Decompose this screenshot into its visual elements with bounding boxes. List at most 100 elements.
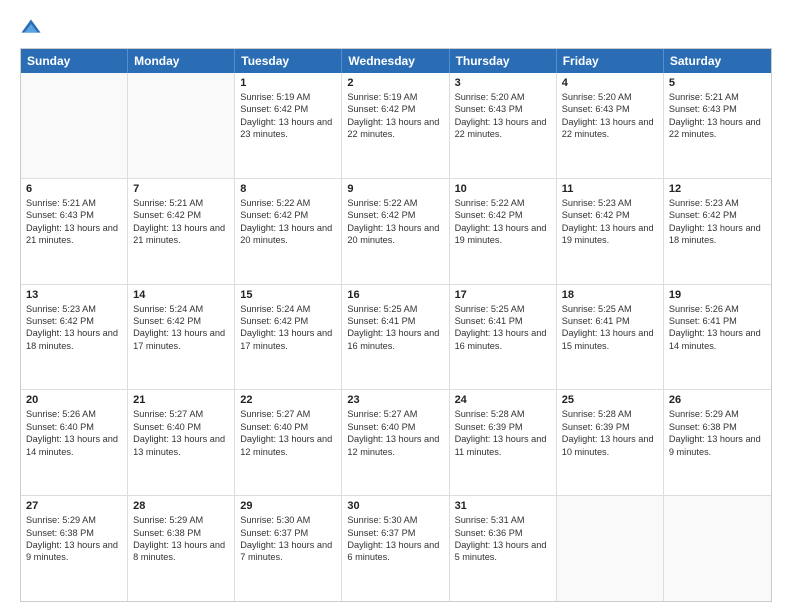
cell-info: Daylight: 13 hours and 18 minutes. <box>26 327 122 352</box>
cell-info: Sunset: 6:39 PM <box>562 421 658 433</box>
cell-info: Sunset: 6:43 PM <box>455 103 551 115</box>
cell-info: Sunset: 6:42 PM <box>347 209 443 221</box>
calendar-cell <box>128 73 235 178</box>
cell-info: Daylight: 13 hours and 8 minutes. <box>133 539 229 564</box>
day-number: 27 <box>26 500 122 512</box>
cell-info: Daylight: 13 hours and 12 minutes. <box>240 433 336 458</box>
cell-info: Sunrise: 5:24 AM <box>133 303 229 315</box>
cell-info: Sunrise: 5:29 AM <box>669 408 766 420</box>
day-number: 28 <box>133 500 229 512</box>
calendar-cell: 20Sunrise: 5:26 AMSunset: 6:40 PMDayligh… <box>21 390 128 495</box>
cell-info: Sunset: 6:42 PM <box>455 209 551 221</box>
cell-info: Sunrise: 5:26 AM <box>26 408 122 420</box>
logo-icon <box>20 18 42 40</box>
cell-info: Sunset: 6:43 PM <box>669 103 766 115</box>
calendar-cell: 27Sunrise: 5:29 AMSunset: 6:38 PMDayligh… <box>21 496 128 601</box>
cell-info: Sunrise: 5:25 AM <box>455 303 551 315</box>
day-number: 21 <box>133 394 229 406</box>
calendar-cell: 21Sunrise: 5:27 AMSunset: 6:40 PMDayligh… <box>128 390 235 495</box>
calendar-cell: 14Sunrise: 5:24 AMSunset: 6:42 PMDayligh… <box>128 285 235 390</box>
day-number: 2 <box>347 77 443 89</box>
day-number: 29 <box>240 500 336 512</box>
logo <box>20 18 46 40</box>
calendar-cell: 23Sunrise: 5:27 AMSunset: 6:40 PMDayligh… <box>342 390 449 495</box>
cell-info: Sunrise: 5:27 AM <box>240 408 336 420</box>
cell-info: Sunset: 6:42 PM <box>26 315 122 327</box>
page: Sunday Monday Tuesday Wednesday Thursday… <box>0 0 792 612</box>
cell-info: Sunrise: 5:28 AM <box>455 408 551 420</box>
day-number: 1 <box>240 77 336 89</box>
cell-info: Daylight: 13 hours and 10 minutes. <box>562 433 658 458</box>
calendar-cell: 1Sunrise: 5:19 AMSunset: 6:42 PMDaylight… <box>235 73 342 178</box>
day-number: 12 <box>669 183 766 195</box>
cell-info: Sunset: 6:40 PM <box>133 421 229 433</box>
calendar-row-1: 1Sunrise: 5:19 AMSunset: 6:42 PMDaylight… <box>21 73 771 179</box>
cell-info: Sunset: 6:42 PM <box>347 103 443 115</box>
cell-info: Daylight: 13 hours and 6 minutes. <box>347 539 443 564</box>
cell-info: Sunset: 6:41 PM <box>562 315 658 327</box>
calendar-cell: 31Sunrise: 5:31 AMSunset: 6:36 PMDayligh… <box>450 496 557 601</box>
cell-info: Sunset: 6:40 PM <box>347 421 443 433</box>
cell-info: Daylight: 13 hours and 14 minutes. <box>669 327 766 352</box>
cell-info: Sunset: 6:40 PM <box>26 421 122 433</box>
day-number: 23 <box>347 394 443 406</box>
day-number: 4 <box>562 77 658 89</box>
day-number: 19 <box>669 289 766 301</box>
calendar-cell: 5Sunrise: 5:21 AMSunset: 6:43 PMDaylight… <box>664 73 771 178</box>
calendar-header: Sunday Monday Tuesday Wednesday Thursday… <box>21 49 771 73</box>
cell-info: Sunrise: 5:22 AM <box>455 197 551 209</box>
cell-info: Sunrise: 5:21 AM <box>26 197 122 209</box>
calendar-cell <box>557 496 664 601</box>
cell-info: Sunset: 6:43 PM <box>562 103 658 115</box>
calendar-cell: 25Sunrise: 5:28 AMSunset: 6:39 PMDayligh… <box>557 390 664 495</box>
cell-info: Sunset: 6:43 PM <box>26 209 122 221</box>
cell-info: Sunrise: 5:24 AM <box>240 303 336 315</box>
calendar-row-2: 6Sunrise: 5:21 AMSunset: 6:43 PMDaylight… <box>21 179 771 285</box>
cell-info: Sunset: 6:38 PM <box>133 527 229 539</box>
day-number: 31 <box>455 500 551 512</box>
calendar-cell: 4Sunrise: 5:20 AMSunset: 6:43 PMDaylight… <box>557 73 664 178</box>
header-friday: Friday <box>557 49 664 73</box>
cell-info: Sunset: 6:42 PM <box>562 209 658 221</box>
calendar-cell: 18Sunrise: 5:25 AMSunset: 6:41 PMDayligh… <box>557 285 664 390</box>
calendar-cell: 7Sunrise: 5:21 AMSunset: 6:42 PMDaylight… <box>128 179 235 284</box>
calendar-cell: 2Sunrise: 5:19 AMSunset: 6:42 PMDaylight… <box>342 73 449 178</box>
cell-info: Sunset: 6:42 PM <box>133 209 229 221</box>
day-number: 20 <box>26 394 122 406</box>
cell-info: Sunrise: 5:29 AM <box>133 514 229 526</box>
cell-info: Sunset: 6:40 PM <box>240 421 336 433</box>
cell-info: Daylight: 13 hours and 21 minutes. <box>26 222 122 247</box>
cell-info: Daylight: 13 hours and 9 minutes. <box>26 539 122 564</box>
day-number: 22 <box>240 394 336 406</box>
calendar-cell: 16Sunrise: 5:25 AMSunset: 6:41 PMDayligh… <box>342 285 449 390</box>
day-number: 24 <box>455 394 551 406</box>
calendar-cell: 12Sunrise: 5:23 AMSunset: 6:42 PMDayligh… <box>664 179 771 284</box>
calendar-cell: 22 Sunrise: 5:27 AMSunset: 6:40 PMDayligh… <box>235 390 342 495</box>
cell-info: Sunrise: 5:26 AM <box>669 303 766 315</box>
header-wednesday: Wednesday <box>342 49 449 73</box>
header-thursday: Thursday <box>450 49 557 73</box>
day-number: 17 <box>455 289 551 301</box>
cell-info: Daylight: 13 hours and 22 minutes. <box>347 116 443 141</box>
cell-info: Daylight: 13 hours and 16 minutes. <box>347 327 443 352</box>
cell-info: Sunrise: 5:21 AM <box>669 91 766 103</box>
cell-info: Sunset: 6:42 PM <box>669 209 766 221</box>
cell-info: Sunrise: 5:20 AM <box>562 91 658 103</box>
cell-info: Daylight: 13 hours and 12 minutes. <box>347 433 443 458</box>
cell-info: Sunset: 6:41 PM <box>455 315 551 327</box>
day-number: 9 <box>347 183 443 195</box>
calendar-cell: 30Sunrise: 5:30 AMSunset: 6:37 PMDayligh… <box>342 496 449 601</box>
calendar-cell: 3Sunrise: 5:20 AMSunset: 6:43 PMDaylight… <box>450 73 557 178</box>
header <box>20 18 772 40</box>
calendar-cell: 9Sunrise: 5:22 AMSunset: 6:42 PMDaylight… <box>342 179 449 284</box>
cell-info: Sunset: 6:41 PM <box>669 315 766 327</box>
cell-info: Daylight: 13 hours and 19 minutes. <box>562 222 658 247</box>
cell-info: Daylight: 13 hours and 20 minutes. <box>240 222 336 247</box>
day-number: 11 <box>562 183 658 195</box>
cell-info: Daylight: 13 hours and 5 minutes. <box>455 539 551 564</box>
cell-info: Sunset: 6:41 PM <box>347 315 443 327</box>
cell-info: Daylight: 13 hours and 15 minutes. <box>562 327 658 352</box>
day-number: 13 <box>26 289 122 301</box>
cell-info: Sunrise: 5:23 AM <box>562 197 658 209</box>
header-sunday: Sunday <box>21 49 128 73</box>
